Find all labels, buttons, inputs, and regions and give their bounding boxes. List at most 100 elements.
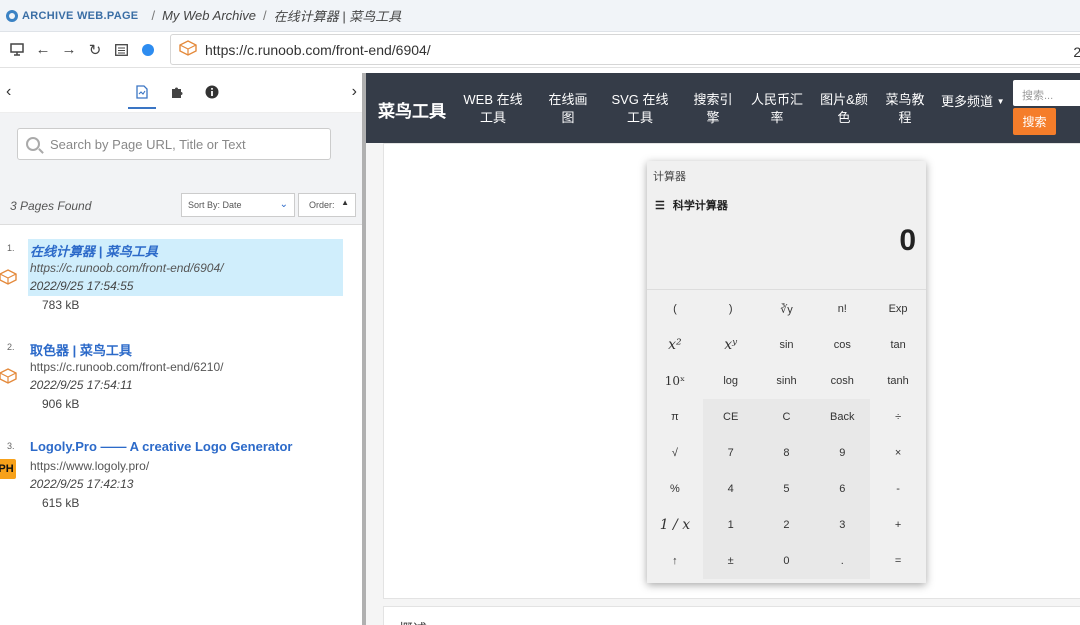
calc-key[interactable]: 3 [814, 507, 871, 543]
calc-key[interactable]: tan [870, 327, 926, 363]
calc-key[interactable]: 8 [758, 435, 815, 471]
calc-key[interactable]: cosh [814, 363, 871, 399]
nav-link-line: SVG 在线 [611, 92, 669, 107]
calc-key[interactable]: 7 [702, 435, 759, 471]
calculator-keypad: () ∛y n! Exp x² xʸ sin cos tan 10ˣ log sinh cosh tanh… [647, 289, 926, 583]
calc-key[interactable]: 1 [702, 507, 759, 543]
calc-key[interactable]: cos [814, 327, 871, 363]
site-logo[interactable]: 菜鸟工具 [378, 97, 446, 122]
nav-link[interactable]: WEB 在线 工具 [458, 91, 528, 127]
back-arrow-icon[interactable]: ← [30, 37, 56, 63]
site-header: 菜鸟工具 WEB 在线 工具 在线画 图 SVG 在线 工具 搜索引 擎 人民币… [366, 73, 1080, 143]
calc-key[interactable]: 10ˣ [647, 363, 703, 399]
list-item[interactable]: 2. 取色器 | 菜鸟工具 https://c.runoob.com/front… [0, 338, 362, 414]
nav-link[interactable]: SVG 在线 工具 [604, 91, 676, 127]
order-select[interactable]: Order: ▲ [298, 193, 356, 217]
navigation-bar: ← → ↻ https://c.runoob.com/front-end/690… [0, 32, 1080, 68]
calc-key[interactable]: ) [702, 291, 759, 327]
calc-key[interactable]: × [870, 435, 926, 471]
page-date: 2022/9/25 17:54:55 [30, 279, 134, 293]
page-title-link[interactable]: 在线计算器 | 菜鸟工具 [30, 241, 158, 260]
calc-key[interactable]: 4 [702, 471, 759, 507]
calc-key[interactable]: π [647, 399, 703, 435]
info-icon[interactable] [203, 83, 221, 101]
calc-key[interactable]: xʸ [702, 327, 759, 363]
nav-link[interactable]: 菜鸟教 程 [882, 91, 928, 127]
list-item[interactable]: 3. PH Logoly.Pro —— A creative Logo Gene… [0, 437, 362, 513]
reload-icon[interactable]: ↻ [82, 37, 108, 63]
calc-key[interactable]: 5 [758, 471, 815, 507]
calculator-mode-menu[interactable]: ☰ 科学计算器 [655, 197, 728, 213]
sidebar-tabs: ‹ › [0, 73, 363, 113]
calc-key[interactable]: n! [814, 291, 871, 327]
breadcrumb-archive[interactable]: My Web Archive [162, 8, 256, 23]
archive-logo-icon [6, 9, 18, 22]
chevron-left-icon[interactable]: ‹ [6, 83, 11, 101]
chevron-down-icon: ⌄ [279, 199, 288, 210]
calc-key[interactable]: Exp [870, 291, 926, 327]
nav-link[interactable]: 搜索引 擎 [688, 91, 738, 127]
calc-key[interactable]: tanh [870, 363, 926, 399]
calc-key[interactable]: ↑ [647, 543, 703, 579]
item-number: 2. [7, 342, 15, 352]
calc-key[interactable]: 6 [814, 471, 871, 507]
list-item[interactable]: 1. 在线计算器 | 菜鸟工具 https://c.runoob.com/fro… [0, 239, 362, 315]
list-icon[interactable] [108, 37, 134, 63]
calc-key[interactable]: ÷ [870, 399, 926, 435]
nav-link-line: 率 [770, 110, 784, 125]
overview-panel: 概述 [383, 606, 1080, 625]
breadcrumb-separator: / [263, 8, 267, 23]
pages-icon[interactable] [133, 83, 151, 101]
calculator-display: 0 [899, 224, 916, 257]
section-title: 概述 [399, 619, 427, 625]
calc-key[interactable]: √ [647, 435, 703, 471]
calc-key[interactable]: sin [758, 327, 815, 363]
calc-key[interactable]: C [758, 399, 815, 435]
calc-key[interactable]: 1 / x [647, 507, 703, 543]
calc-key[interactable]: 2 [758, 507, 815, 543]
calc-key[interactable]: + [870, 507, 926, 543]
page-title-link[interactable]: Logoly.Pro —— A creative Logo Generator [30, 439, 292, 454]
calc-key[interactable]: sinh [758, 363, 815, 399]
calc-key[interactable]: ∛y [758, 291, 815, 327]
forward-arrow-icon[interactable]: → [56, 37, 82, 63]
calc-key[interactable]: ( [647, 291, 703, 327]
active-tab-indicator [128, 107, 156, 109]
calc-key[interactable]: Back [814, 399, 871, 435]
nav-link[interactable]: 在线画 图 [544, 91, 592, 127]
search-placeholder: Search by Page URL, Title or Text [50, 136, 246, 152]
site-search-input[interactable]: 搜索... [1013, 80, 1080, 106]
calc-key[interactable]: % [647, 471, 703, 507]
calc-key[interactable]: - [870, 471, 926, 507]
chevron-right-icon[interactable]: › [352, 83, 357, 101]
page-size: 906 kB [42, 397, 80, 411]
calc-key[interactable]: . [814, 543, 871, 579]
sort-label: Sort By: Date [188, 200, 242, 210]
site-search-button[interactable]: 搜索 [1013, 108, 1056, 135]
monitor-icon[interactable] [4, 37, 30, 63]
more-channels-dropdown[interactable]: 更多频道 ▼ [941, 91, 1005, 110]
calc-key[interactable]: = [870, 543, 926, 579]
calc-key[interactable]: ± [702, 543, 759, 579]
nav-link-line: 图片&颜 [820, 92, 868, 107]
nav-link[interactable]: 人民币汇 率 [748, 91, 806, 127]
calc-key[interactable]: CE [702, 399, 759, 435]
sort-select[interactable]: Sort By: Date ⌄ [181, 193, 295, 217]
calculator: 计算器 ☰ 科学计算器 0 () ∛y n! Exp x² xʸ sin cos tan 10ˣ lo… [647, 161, 926, 583]
item-number: 1. [7, 243, 15, 253]
calc-key[interactable]: x² [647, 327, 703, 363]
puzzle-icon[interactable] [168, 83, 186, 101]
nav-link-line: 擎 [706, 110, 720, 125]
breadcrumb-separator: / [151, 8, 156, 23]
nav-link[interactable]: 图片&颜 色 [816, 91, 872, 127]
app-brand[interactable]: ARCHIVE WEB.PAGE [22, 10, 138, 22]
calc-key[interactable]: 0 [758, 543, 815, 579]
calc-key[interactable]: 9 [814, 435, 871, 471]
calc-key[interactable]: log [702, 363, 759, 399]
site-favicon-icon [0, 368, 17, 384]
page-search-input[interactable]: Search by Page URL, Title or Text [17, 128, 331, 160]
url-field[interactable]: https://c.runoob.com/front-end/6904/ 20 [170, 34, 1080, 65]
sidebar: ‹ › Search by Page URL, Title or Text 3 … [0, 73, 363, 625]
status-indicator-icon [142, 43, 154, 56]
page-title-link[interactable]: 取色器 | 菜鸟工具 [30, 340, 132, 359]
